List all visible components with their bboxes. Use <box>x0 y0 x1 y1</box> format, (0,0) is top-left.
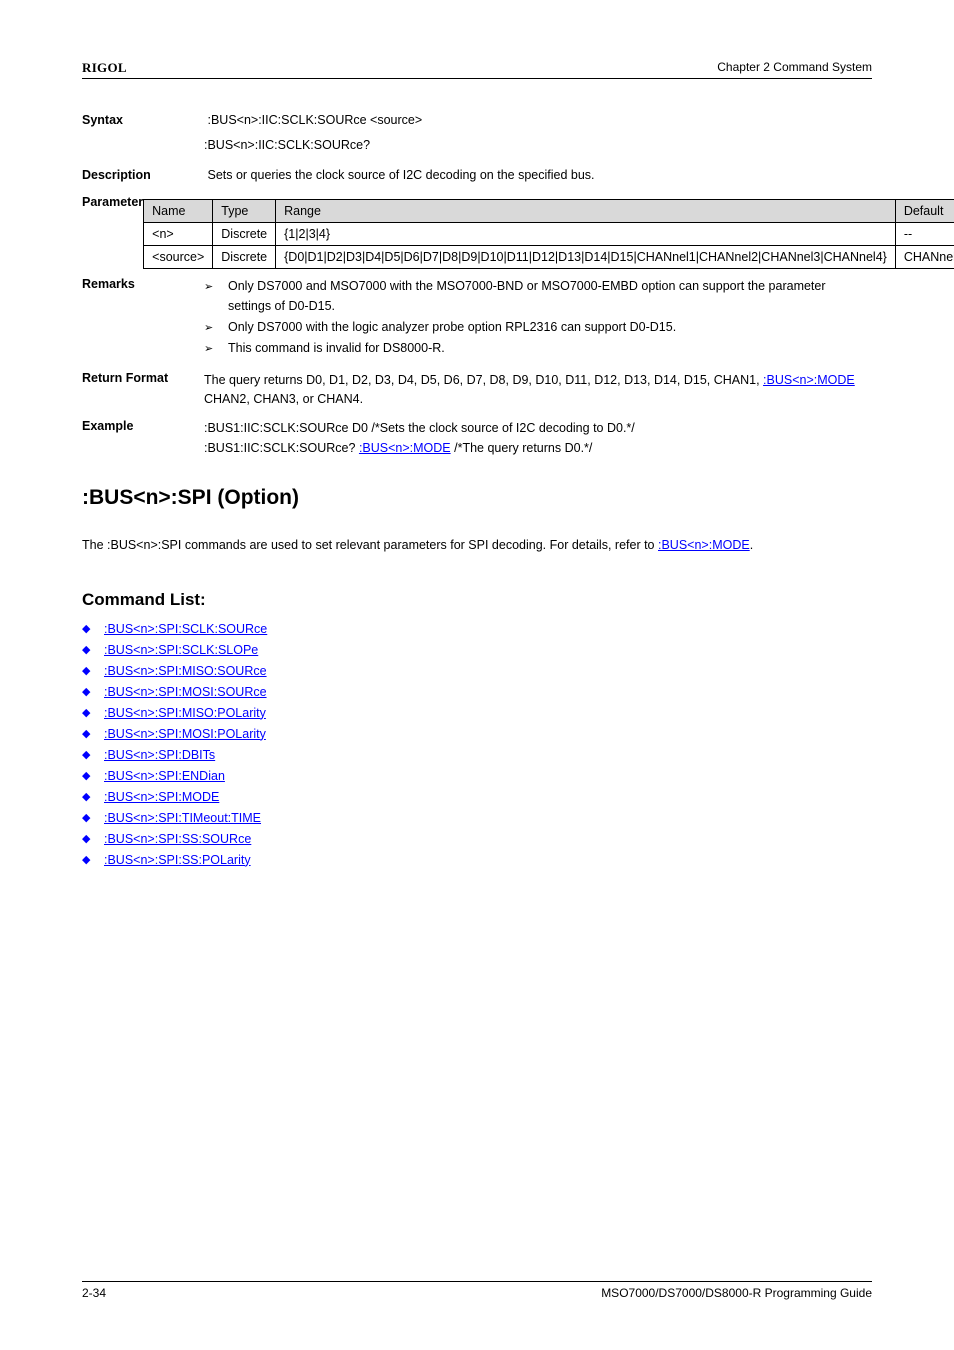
arrow-icon: ➢ <box>204 339 228 358</box>
diamond-icon: ◆ <box>82 643 104 656</box>
command-link[interactable]: :BUS<n>:SPI:SS:SOURce <box>104 832 251 846</box>
param-range: {D0|D1|D2|D3|D4|D5|D6|D7|D8|D9|D10|D11|D… <box>276 246 896 269</box>
diamond-icon: ◆ <box>82 853 104 866</box>
syntax-query: :BUS<n>:IIC:SCLK:SOURce? <box>204 136 872 155</box>
remarks-label: Remarks <box>82 277 204 361</box>
list-item: ➢ Only DS7000 with the logic analyzer pr… <box>204 318 872 337</box>
list-item: ➢ This command is invalid for DS8000-R. <box>204 339 872 358</box>
return-format-label: Return Format <box>82 371 204 410</box>
parameter-label: Parameter <box>82 195 143 269</box>
list-item: ◆:BUS<n>:SPI:SCLK:SOURce <box>82 622 872 636</box>
command-link[interactable]: :BUS<n>:SPI:TIMeout:TIME <box>104 811 261 825</box>
spi-intro: The :BUS<n>:SPI commands are used to set… <box>82 536 872 555</box>
param-header-range: Range <box>276 200 896 223</box>
diamond-icon: ◆ <box>82 748 104 761</box>
diamond-icon: ◆ <box>82 685 104 698</box>
spi-intro-prefix: The :BUS<n>:SPI commands are used to set… <box>82 538 655 552</box>
param-header-name: Name <box>144 200 213 223</box>
list-item: ➢ Only DS7000 and MSO7000 with the MSO70… <box>204 277 872 316</box>
remark-text: Only DS7000 with the logic analyzer prob… <box>228 318 676 337</box>
xref-link[interactable]: :BUS<n>:MODE <box>763 373 855 387</box>
command-list-title: Command List: <box>82 590 872 610</box>
command-link[interactable]: :BUS<n>:SPI:DBITs <box>104 748 215 762</box>
spi-section-title: :BUS<n>:SPI (Option) <box>82 486 872 510</box>
diamond-icon: ◆ <box>82 769 104 782</box>
parameter-row: Parameter Name Type Range Default <n> Di… <box>82 195 872 269</box>
xref-link[interactable]: :BUS<n>:MODE <box>658 538 750 552</box>
remarks-row: Remarks ➢ Only DS7000 and MSO7000 with t… <box>82 277 872 361</box>
list-item: ◆:BUS<n>:SPI:MOSI:POLarity <box>82 727 872 741</box>
param-type: Discrete <box>213 246 276 269</box>
description-row: Description Sets or queries the clock so… <box>82 166 872 185</box>
command-link[interactable]: :BUS<n>:SPI:SS:POLarity <box>104 853 251 867</box>
command-link[interactable]: :BUS<n>:SPI:MOSI:POLarity <box>104 727 266 741</box>
param-header-default: Default <box>895 200 954 223</box>
syntax-set: :BUS<n>:IIC:SCLK:SOURce <source> <box>207 113 422 127</box>
example-row: Example :BUS1:IIC:SCLK:SOURce D0 /*Sets … <box>82 419 872 458</box>
page-header: RIGOL Chapter 2 Command System <box>82 60 872 79</box>
param-default: CHANnel1 <box>895 246 954 269</box>
table-row: <source> Discrete {D0|D1|D2|D3|D4|D5|D6|… <box>144 246 954 269</box>
description-text: Sets or queries the clock source of I2C … <box>207 168 594 182</box>
param-type: Discrete <box>213 223 276 246</box>
list-item: ◆:BUS<n>:SPI:MISO:SOURce <box>82 664 872 678</box>
command-link[interactable]: :BUS<n>:SPI:MOSI:SOURce <box>104 685 267 699</box>
command-link[interactable]: :BUS<n>:SPI:MISO:SOURce <box>104 664 267 678</box>
example-line: :BUS1:IIC:SCLK:SOURce D0 /*Sets the cloc… <box>204 419 872 438</box>
diamond-icon: ◆ <box>82 664 104 677</box>
param-default: -- <box>895 223 954 246</box>
diamond-icon: ◆ <box>82 622 104 635</box>
list-item: ◆:BUS<n>:SPI:TIMeout:TIME <box>82 811 872 825</box>
spi-intro-suffix: . <box>750 538 753 552</box>
command-link[interactable]: :BUS<n>:SPI:MODE <box>104 790 219 804</box>
list-item: ◆:BUS<n>:SPI:DBITs <box>82 748 872 762</box>
command-link[interactable]: :BUS<n>:SPI:SCLK:SLOPe <box>104 643 258 657</box>
syntax-label: Syntax <box>82 111 204 130</box>
list-item: ◆:BUS<n>:SPI:SS:POLarity <box>82 853 872 867</box>
command-link[interactable]: :BUS<n>:SPI:MISO:POLarity <box>104 706 266 720</box>
diamond-icon: ◆ <box>82 832 104 845</box>
return-format-text-2: CHAN2, CHAN3, or CHAN4. <box>204 392 363 406</box>
arrow-icon: ➢ <box>204 318 228 337</box>
command-link[interactable]: :BUS<n>:SPI:ENDian <box>104 769 225 783</box>
diamond-icon: ◆ <box>82 790 104 803</box>
page-footer: 2-34 MSO7000/DS7000/DS8000-R Programming… <box>82 1281 872 1300</box>
description-label: Description <box>82 166 204 185</box>
chapter-label: Chapter 2 Command System <box>717 60 872 74</box>
list-item: ◆:BUS<n>:SPI:MISO:POLarity <box>82 706 872 720</box>
diamond-icon: ◆ <box>82 811 104 824</box>
footer-doc-title: MSO7000/DS7000/DS8000-R Programming Guid… <box>601 1286 872 1300</box>
command-list: ◆:BUS<n>:SPI:SCLK:SOURce ◆:BUS<n>:SPI:SC… <box>82 622 872 867</box>
return-format-text-1: The query returns D0, D1, D2, D3, D4, D5… <box>204 373 760 387</box>
remark-text: Only DS7000 and MSO7000 with the MSO7000… <box>228 277 872 316</box>
command-link[interactable]: :BUS<n>:SPI:SCLK:SOURce <box>104 622 267 636</box>
table-row: <n> Discrete {1|2|3|4} -- <box>144 223 954 246</box>
remark-text: This command is invalid for DS8000-R. <box>228 339 445 358</box>
list-item: ◆:BUS<n>:SPI:ENDian <box>82 769 872 783</box>
param-name: <n> <box>144 223 213 246</box>
example-line-comment: /*The query returns D0.*/ <box>454 441 592 455</box>
syntax-row: Syntax :BUS<n>:IIC:SCLK:SOURce <source> <box>82 111 872 130</box>
arrow-icon: ➢ <box>204 277 228 316</box>
list-item: ◆:BUS<n>:SPI:MODE <box>82 790 872 804</box>
param-range: {1|2|3|4} <box>276 223 896 246</box>
param-header-type: Type <box>213 200 276 223</box>
xref-link[interactable]: :BUS<n>:MODE <box>359 441 451 455</box>
diamond-icon: ◆ <box>82 727 104 740</box>
diamond-icon: ◆ <box>82 706 104 719</box>
example-line-cmd: :BUS1:IIC:SCLK:SOURce? <box>204 441 355 455</box>
brand-label: RIGOL <box>82 60 127 75</box>
return-format-row: Return Format The query returns D0, D1, … <box>82 371 872 410</box>
list-item: ◆:BUS<n>:SPI:SCLK:SLOPe <box>82 643 872 657</box>
page-number: 2-34 <box>82 1286 106 1300</box>
parameter-table: Name Type Range Default <n> Discrete {1|… <box>143 199 954 269</box>
list-item: ◆:BUS<n>:SPI:MOSI:SOURce <box>82 685 872 699</box>
param-name: <source> <box>144 246 213 269</box>
example-label: Example <box>82 419 204 458</box>
list-item: ◆:BUS<n>:SPI:SS:SOURce <box>82 832 872 846</box>
